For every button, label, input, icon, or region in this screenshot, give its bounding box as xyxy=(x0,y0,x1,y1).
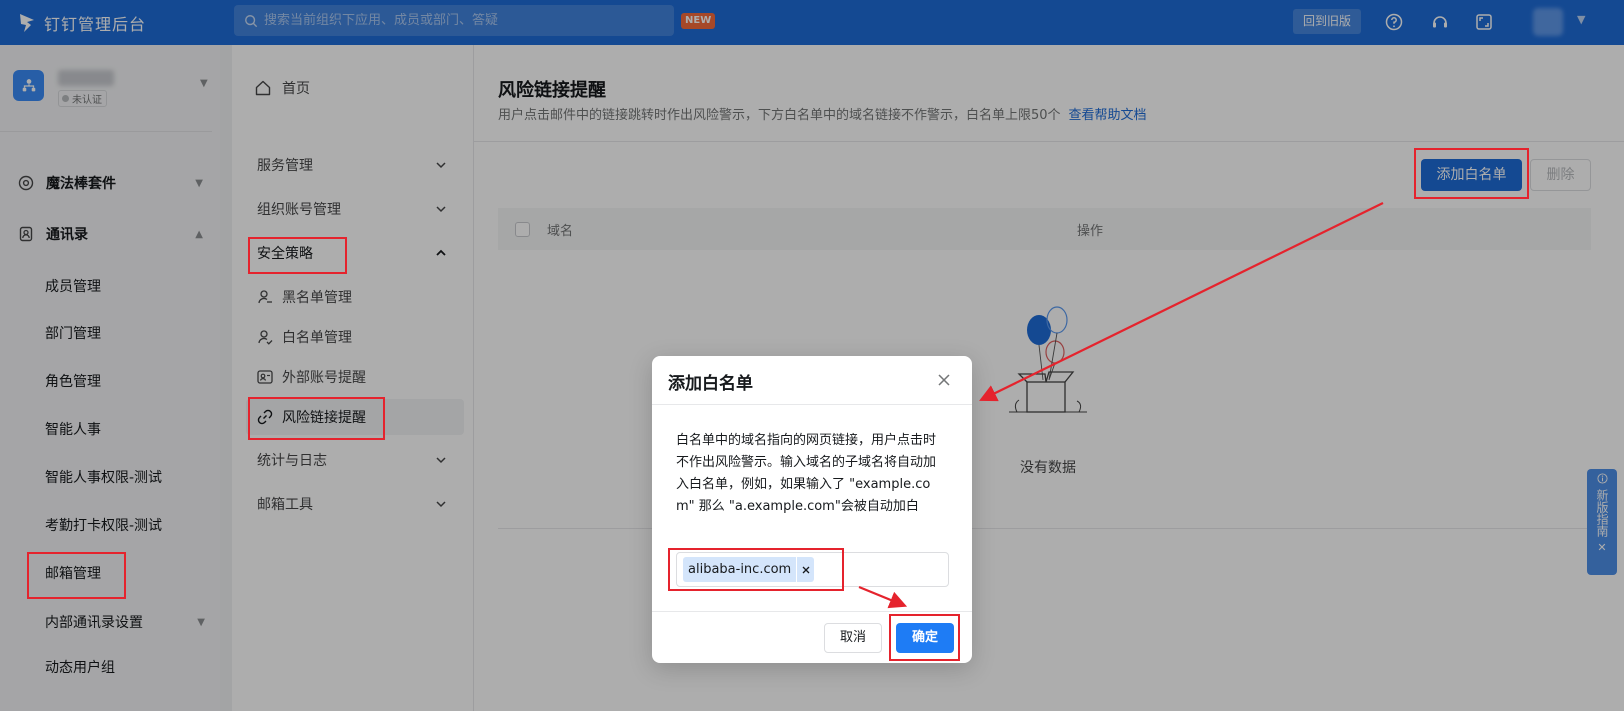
add-whitelist-dialog: 添加白名单 白名单中的域名指向的网页链接，用户点击时不作出风险警示。输入域名的子… xyxy=(652,356,972,663)
cancel-button[interactable]: 取消 xyxy=(824,623,882,653)
domain-tag: alibaba-inc.com xyxy=(683,557,815,582)
close-icon[interactable] xyxy=(935,371,953,389)
dialog-title: 添加白名单 xyxy=(668,374,753,394)
dialog-header-divider xyxy=(652,404,972,405)
dialog-footer-divider xyxy=(652,611,972,612)
domain-tag-input[interactable]: alibaba-inc.com xyxy=(676,552,949,587)
remove-tag-icon[interactable] xyxy=(796,557,814,582)
dialog-description: 白名单中的域名指向的网页链接，用户点击时不作出风险警示。输入域名的子域名将自动加… xyxy=(676,433,937,514)
domain-tag-label: alibaba-inc.com xyxy=(688,562,792,577)
confirm-button[interactable]: 确定 xyxy=(896,623,954,653)
